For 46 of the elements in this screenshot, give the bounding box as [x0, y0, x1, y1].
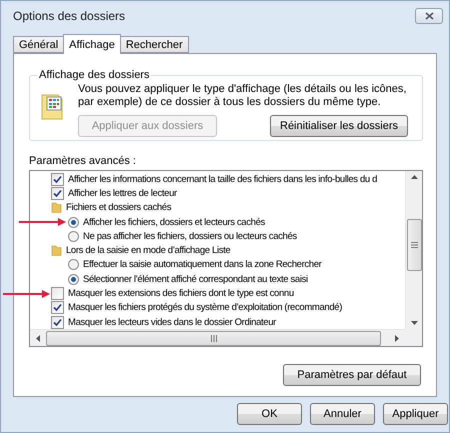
option-label: Sélectionner l’élément affiché correspondant au texte saisi [83, 274, 308, 285]
close-icon [424, 12, 434, 20]
description-text: Vous pouvez appliquer le type d'affichage (les détails ou les icônes, par exemple) de ce dossier à tous les dossiers du même type. [78, 83, 408, 109]
scroll-up-icon[interactable] [410, 175, 418, 179]
folder-icon [51, 202, 62, 214]
radio-button[interactable] [68, 259, 79, 270]
option-label: Masquer les fichiers protégés du système d’exploitation (recommandé) [68, 302, 342, 314]
folder-button[interactable]: Réinitialiser les dossiers [270, 115, 408, 137]
option-label: Effectuer la saisie automatiquement dans la zone Rechercher [83, 259, 322, 270]
checkbox[interactable] [51, 301, 64, 314]
option-label: Afficher les lettres de lecteur [68, 188, 177, 199]
scroll-down-icon[interactable] [410, 321, 418, 325]
window-title: Options des dossiers [13, 9, 126, 23]
group-label: Lors de la saisie en mode d’affichage Liste [66, 245, 230, 256]
checkbox[interactable] [51, 172, 64, 186]
group-title: Affichage des dossiers [38, 69, 150, 81]
vertical-scrollbar[interactable] [405, 171, 422, 329]
scrollbar-thumb[interactable] [406, 219, 422, 271]
scroll-left-icon[interactable] [36, 334, 40, 342]
defaults-button[interactable]: Paramètres par défaut [283, 364, 421, 386]
option-label: Afficher les fichiers, dossiers et lecteurs cachés [83, 216, 265, 228]
folder-icon [51, 245, 62, 256]
option-label: Masquer les extensions des fichiers dont le type est connu [68, 288, 294, 300]
dialog-button[interactable]: Appliquer [383, 403, 448, 425]
section-label: Paramètres avancés : [29, 155, 137, 167]
scrollbar-thumb[interactable] [46, 330, 381, 346]
close-button[interactable] [415, 8, 443, 24]
grip-icon [410, 242, 418, 248]
radio-button[interactable] [68, 216, 79, 228]
option-label: Afficher les informations concernant la taille des fichiers dans les info-bulles du d [68, 174, 378, 185]
tab[interactable]: Rechercher [120, 36, 189, 53]
group-label: Fichiers et dossiers cachés [66, 202, 172, 214]
radio-button[interactable] [68, 274, 79, 285]
tab[interactable]: Affichage [63, 34, 121, 54]
checkbox[interactable] [51, 186, 64, 200]
radio-button[interactable] [68, 230, 79, 242]
option-label: Ne pas afficher les fichiers, dossiers ou lecteurs cachés [83, 230, 297, 242]
dialog-button[interactable]: OK [237, 403, 302, 425]
option-label: Masquer les lecteurs vides dans le dossier Ordinateur [68, 316, 276, 328]
dialog-button[interactable]: Annuler [310, 403, 375, 425]
horizontal-scrollbar[interactable] [30, 329, 405, 346]
checkbox[interactable] [51, 316, 64, 329]
grip-icon [210, 334, 216, 342]
checkbox[interactable] [51, 287, 64, 300]
scroll-right-icon[interactable] [395, 334, 399, 342]
tab[interactable]: Général [13, 36, 64, 53]
